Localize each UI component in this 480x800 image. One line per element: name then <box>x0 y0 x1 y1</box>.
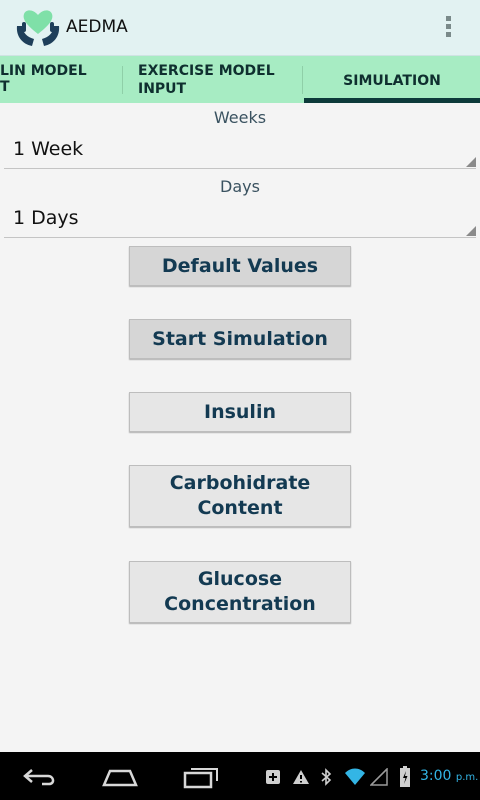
status-clock: 3:00 p.m. <box>420 768 478 784</box>
tab-divider <box>122 66 123 94</box>
tab-label: LIN MODEL <box>0 63 87 79</box>
app-title: AEDMA <box>66 17 128 37</box>
bluetooth-icon <box>321 768 332 786</box>
app-logo-icon[interactable] <box>14 6 62 50</box>
wifi-icon <box>345 768 365 785</box>
overflow-menu-icon[interactable] <box>443 16 453 42</box>
action-bar: AEDMA <box>0 0 480 56</box>
button-label-line1: Carbohidrate <box>169 472 311 494</box>
back-icon[interactable] <box>22 766 58 788</box>
home-icon[interactable] <box>101 766 139 788</box>
tab-insulin-model-input[interactable]: LIN MODEL T <box>0 56 120 103</box>
tab-label-line2: T <box>0 79 10 95</box>
weeks-label: Weeks <box>213 108 267 127</box>
start-simulation-button[interactable]: Start Simulation <box>129 319 351 359</box>
tab-divider <box>302 66 303 94</box>
battery-icon <box>400 766 410 787</box>
spinner-arrow-icon <box>466 226 476 236</box>
button-label-line1: Glucose <box>197 568 283 590</box>
spinner-arrow-icon <box>466 157 476 167</box>
days-label: Days <box>220 177 260 196</box>
glucose-concentration-button[interactable]: Glucose Concentration <box>129 561 351 623</box>
days-value: 1 Days <box>13 207 79 229</box>
tab-label-line2: INPUT <box>138 81 187 97</box>
button-label-line2: Concentration <box>164 593 316 615</box>
weeks-spinner[interactable]: 1 Week <box>4 134 476 169</box>
carbohydrate-content-button[interactable]: Carbohidrate Content <box>129 465 351 527</box>
weeks-value: 1 Week <box>13 138 84 160</box>
tab-strip: LIN MODEL T EXERCISE MODEL INPUT SIMULAT… <box>0 56 480 103</box>
system-navigation-bar: 3:00 p.m. <box>0 752 480 800</box>
tab-label: EXERCISE MODEL <box>138 63 275 79</box>
tab-simulation[interactable]: SIMULATION <box>304 56 480 103</box>
tab-label: SIMULATION <box>343 73 441 89</box>
signal-icon <box>370 768 388 786</box>
warning-icon <box>293 770 309 784</box>
tab-exercise-model-input[interactable]: EXERCISE MODEL INPUT <box>124 56 302 103</box>
button-label-line2: Content <box>197 497 283 519</box>
selected-tab-indicator <box>304 98 480 103</box>
insulin-button[interactable]: Insulin <box>129 392 351 432</box>
recent-apps-icon[interactable] <box>183 765 221 789</box>
default-values-button[interactable]: Default Values <box>129 246 351 286</box>
clock-time: 3:00 <box>420 768 452 784</box>
days-spinner[interactable]: 1 Days <box>4 203 476 238</box>
clock-ampm: p.m. <box>455 772 479 783</box>
notification-plus-icon <box>266 770 280 784</box>
